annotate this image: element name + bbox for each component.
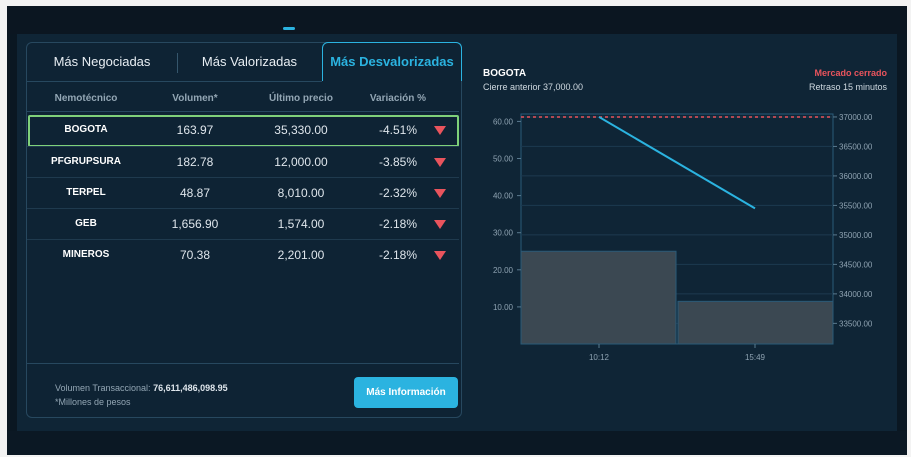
table-row[interactable]: GEB 1,656.90 1,574.00 -2.18% — [27, 209, 459, 239]
table-row[interactable]: BOGOTA 163.97 35,330.00 -4.51% — [27, 115, 459, 147]
row-change: -3.85% — [378, 155, 418, 169]
left-tick-label: 40.00 — [493, 192, 514, 201]
price-volume-chart: 60.00 50.00 40.00 30.00 20.00 10.00 37000.00 36… — [493, 113, 873, 362]
ranking-card: Más Negociadas Más Valorizadas Más Desva… — [26, 42, 462, 418]
column-header-volume: Volumen* — [172, 93, 218, 104]
right-tick-label: 36000.00 — [839, 172, 873, 181]
tab-mas-negociadas[interactable]: Más Negociadas — [27, 43, 177, 81]
row-price: 2,201.00 — [277, 248, 325, 262]
left-tick-label: 20.00 — [493, 266, 514, 275]
top-indicator — [283, 27, 295, 30]
down-arrow-icon — [434, 158, 446, 167]
row-price: 12,000.00 — [274, 155, 328, 169]
x-tick-label: 10:12 — [589, 353, 610, 362]
row-price: 35,330.00 — [274, 123, 328, 137]
down-arrow-icon — [434, 126, 446, 135]
right-tick-label: 37000.00 — [839, 113, 873, 122]
row-symbol: GEB — [75, 218, 97, 229]
left-tick-label: 50.00 — [493, 155, 514, 164]
down-arrow-icon — [434, 220, 446, 229]
column-header-symbol: Nemotécnico — [54, 93, 118, 104]
tab-underline — [27, 81, 322, 82]
transaction-volume-label: Volumen Transaccional: — [55, 383, 151, 393]
x-tick-label: 15:49 — [745, 353, 766, 362]
row-volume: 182.78 — [176, 155, 214, 169]
volume-bar — [677, 300, 834, 345]
right-tick-label: 33500.00 — [839, 319, 873, 328]
tab-mas-valorizadas[interactable]: Más Valorizadas — [177, 43, 322, 81]
left-tick-label: 30.00 — [493, 229, 514, 238]
transaction-volume-value: 76,611,486,098.95 — [153, 383, 228, 393]
down-arrow-icon — [434, 189, 446, 198]
row-price: 1,574.00 — [277, 217, 325, 231]
delay-notice: Retraso 15 minutos — [808, 82, 887, 92]
row-symbol: PFGRUPSURA — [50, 156, 121, 167]
row-volume: 163.97 — [176, 123, 214, 137]
transaction-volume: Volumen Transaccional: 76,611,486,098.95 — [55, 383, 228, 393]
more-info-button[interactable]: Más Información — [354, 377, 458, 408]
bottom-strip — [7, 431, 907, 455]
tab-mas-desvalorizadas[interactable]: Más Desvalorizadas — [322, 42, 462, 81]
previous-close: Cierre anterior 37,000.00 — [483, 82, 584, 92]
right-tick-label: 34000.00 — [839, 290, 873, 299]
top-strip — [7, 6, 907, 34]
row-volume: 70.38 — [179, 248, 211, 262]
market-status: Mercado cerrado — [814, 68, 887, 78]
column-header-price: Último precio — [269, 93, 333, 104]
right-tick-label: 34500.00 — [839, 260, 873, 269]
right-tick-label: 36500.00 — [839, 142, 873, 151]
row-change: -4.51% — [378, 123, 418, 137]
right-tick-label: 35500.00 — [839, 201, 873, 210]
column-header-change: Variación % — [369, 93, 427, 104]
right-tick-label: 35000.00 — [839, 231, 873, 240]
table-row[interactable]: MINEROS 70.38 2,201.00 -2.18% — [27, 240, 459, 270]
row-change: -2.32% — [378, 186, 418, 200]
table-row[interactable]: PFGRUPSURA 182.78 12,000.00 -3.85% — [27, 147, 459, 177]
row-change: -2.18% — [378, 217, 418, 231]
row-price: 8,010.00 — [277, 186, 325, 200]
row-change: -2.18% — [378, 248, 418, 262]
chart-symbol-title: BOGOTA — [483, 68, 527, 79]
row-symbol: TERPEL — [66, 187, 106, 198]
down-arrow-icon — [434, 251, 446, 260]
row-volume: 1,656.90 — [171, 217, 219, 231]
footer-divider — [27, 363, 459, 364]
left-tick-label: 60.00 — [493, 117, 514, 126]
units-note: *Millones de pesos — [55, 397, 131, 407]
row-symbol: BOGOTA — [64, 124, 108, 135]
table-row[interactable]: TERPEL 48.87 8,010.00 -2.32% — [27, 178, 459, 208]
row-volume: 48.87 — [179, 186, 211, 200]
volume-bar — [520, 250, 677, 345]
row-symbol: MINEROS — [62, 249, 110, 260]
header-divider — [27, 111, 459, 112]
left-tick-label: 10.00 — [493, 303, 514, 312]
